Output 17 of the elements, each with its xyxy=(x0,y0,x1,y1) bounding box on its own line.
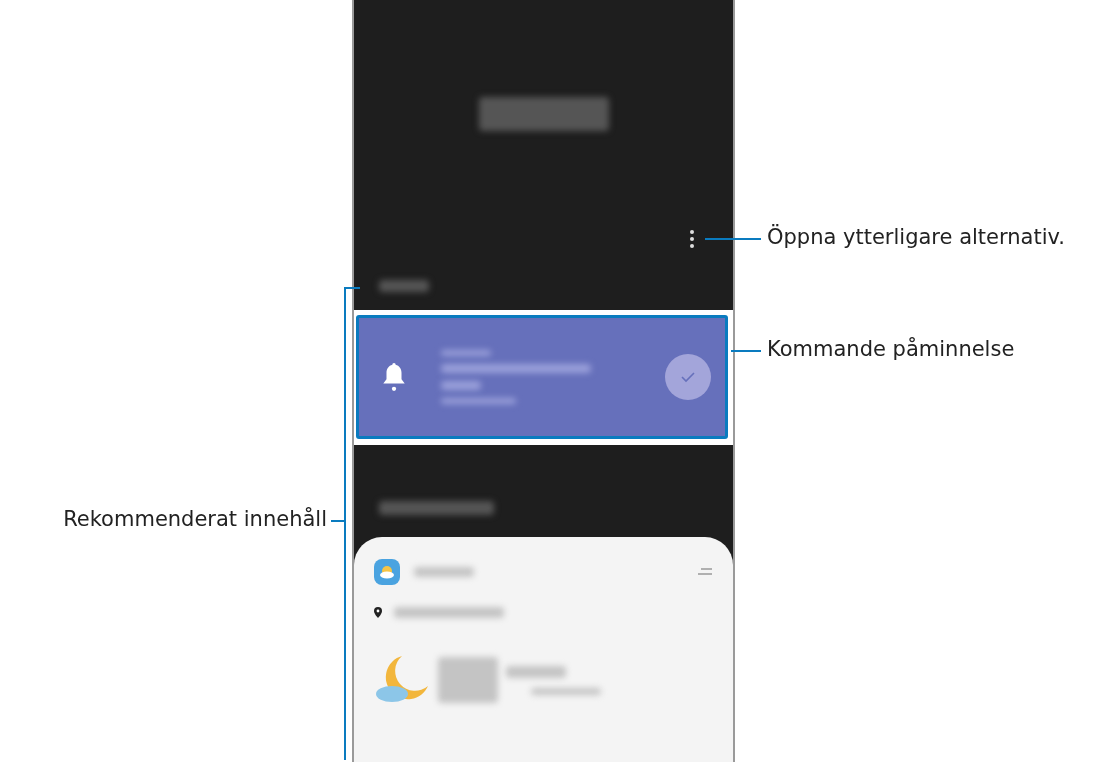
weather-card[interactable] xyxy=(354,537,733,762)
callout-label: Öppna ytterligare alternativ. xyxy=(767,223,1065,251)
blurred-text xyxy=(414,567,474,577)
handle-icon[interactable] xyxy=(697,568,713,576)
blurred-text xyxy=(441,350,491,356)
location-pin-icon xyxy=(374,607,382,618)
blurred-text xyxy=(531,687,601,695)
blurred-text xyxy=(441,381,481,390)
blurred-text xyxy=(506,665,566,678)
callout-label: Rekommenderat innehåll xyxy=(63,506,327,533)
blurred-temperature xyxy=(438,657,498,703)
blurred-heading xyxy=(379,280,429,292)
bell-icon xyxy=(381,362,407,392)
callout-label: Kommande påminnelse xyxy=(767,336,1015,363)
more-options-icon[interactable] xyxy=(690,230,694,248)
weather-app-icon xyxy=(374,559,400,585)
check-button[interactable] xyxy=(665,354,711,400)
